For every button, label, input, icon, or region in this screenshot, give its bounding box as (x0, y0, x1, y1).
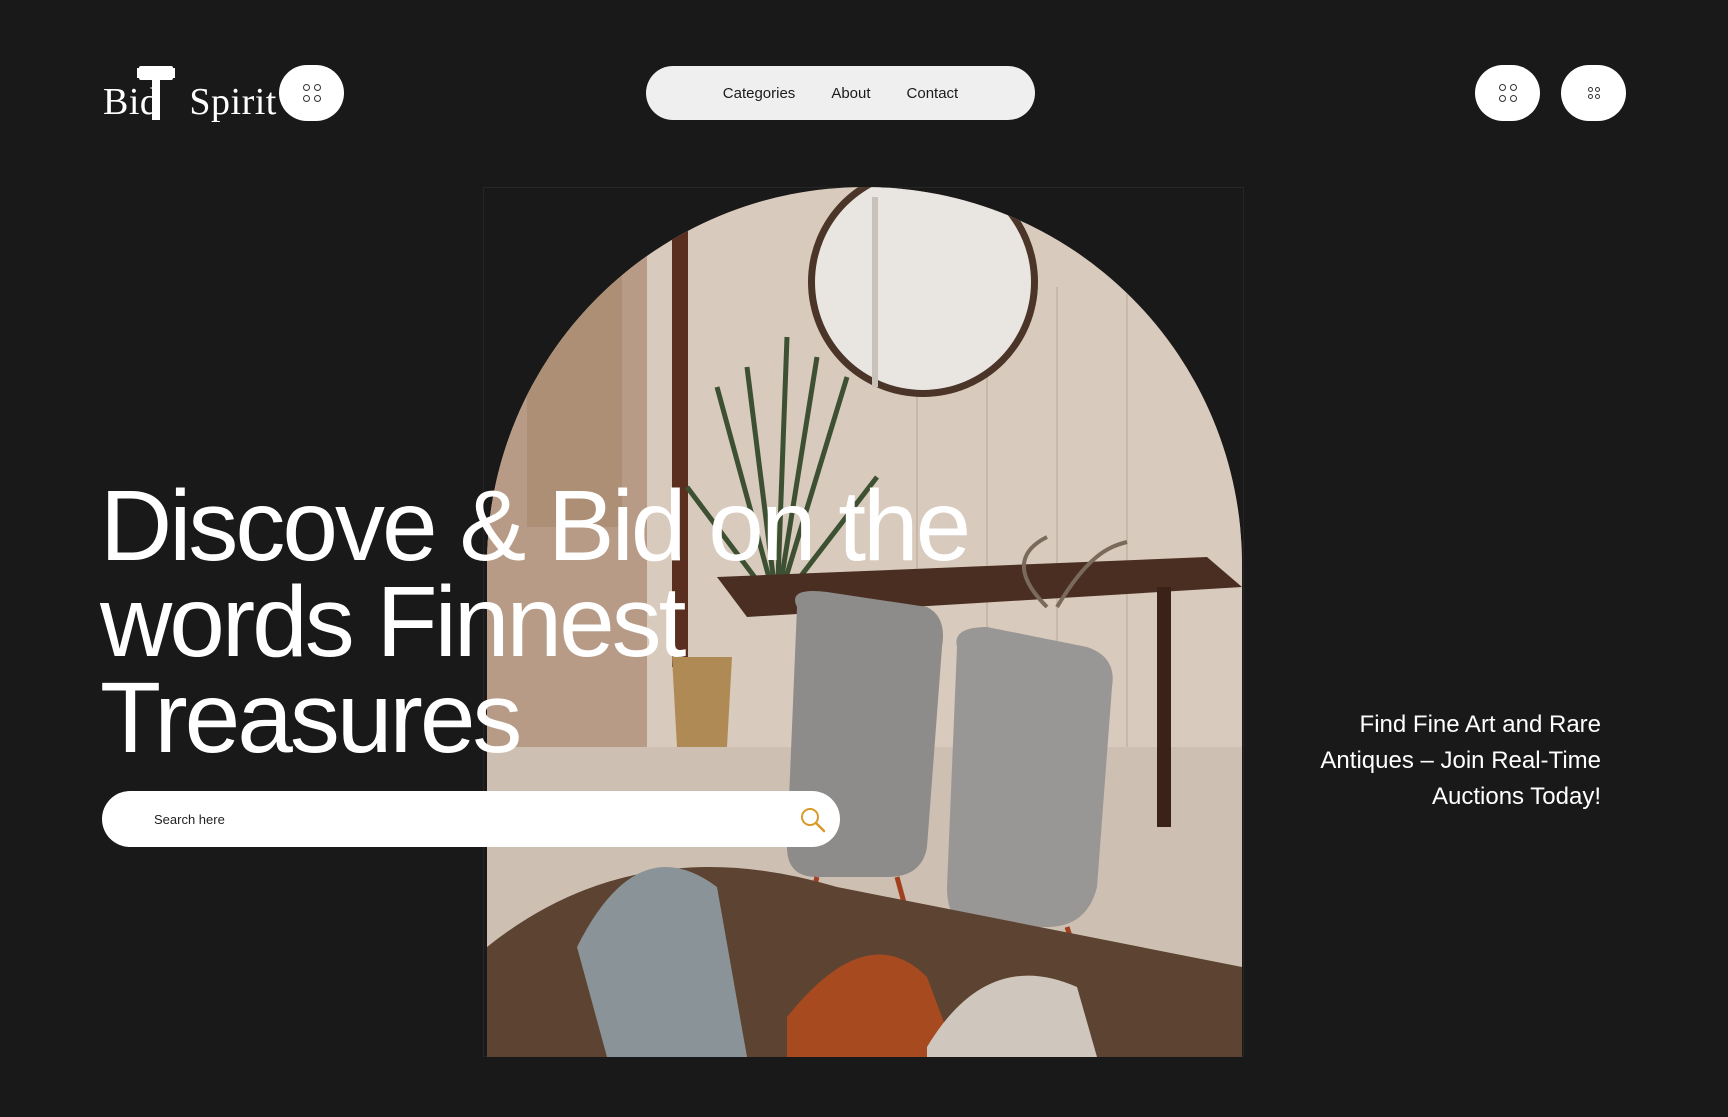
grid-dots-small-icon (1587, 87, 1600, 99)
apps-button[interactable] (1475, 65, 1540, 121)
nav-categories[interactable]: Categories (723, 85, 796, 102)
main-nav: Categories About Contact (646, 66, 1035, 120)
hero-headline: Discove & Bid on the words Finnest Treas… (100, 470, 1000, 774)
nav-about[interactable]: About (831, 85, 870, 102)
headline-line-1: Discove & Bid on the (100, 470, 971, 582)
headline-line-3: Treasures (100, 662, 522, 774)
logo-word-bid: Bid (103, 81, 160, 123)
nav-contact[interactable]: Contact (907, 85, 959, 102)
search-icon[interactable] (798, 805, 828, 835)
logo[interactable]: Bid Spirit (103, 62, 276, 124)
logo-text: Bid Spirit (103, 80, 277, 124)
search-input[interactable] (152, 810, 716, 828)
grid-dots-icon (302, 84, 321, 102)
grid-dots-icon (1498, 84, 1517, 102)
search-bar (102, 791, 840, 847)
tagline-line-3: Auctions Today! (1432, 783, 1601, 810)
more-button[interactable] (1561, 65, 1626, 121)
tagline-line-1: Find Fine Art and Rare (1359, 711, 1601, 738)
hero-tagline: Find Fine Art and Rare Antiques – Join R… (1281, 707, 1601, 815)
menu-button[interactable] (279, 65, 344, 121)
headline-line-2: words Finnest (100, 566, 686, 678)
tagline-line-2: Antiques – Join Real-Time (1320, 747, 1601, 774)
logo-word-spirit: Spirit (189, 81, 277, 123)
